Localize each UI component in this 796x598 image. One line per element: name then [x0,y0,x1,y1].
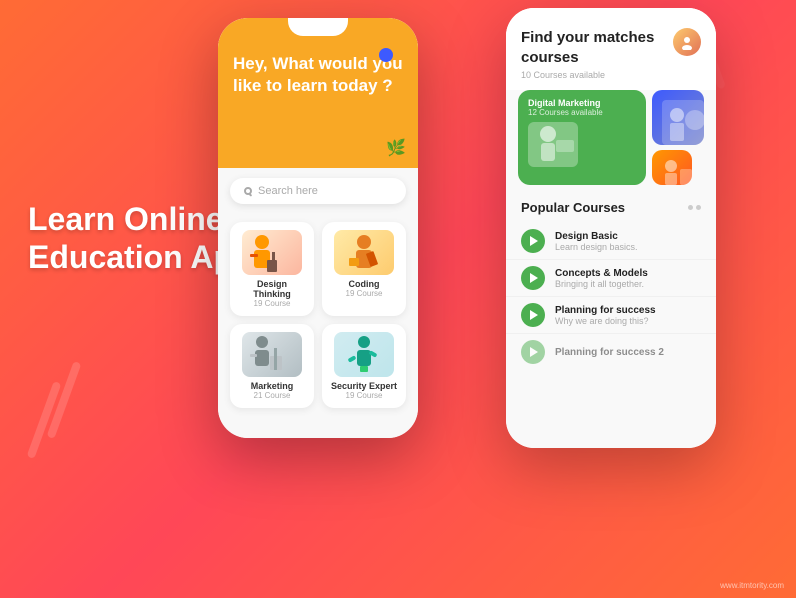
course-item-2[interactable]: Planning for success Why we are doing th… [506,297,716,334]
category-coding-name: Coding [330,279,398,289]
play-button-3[interactable] [521,340,545,364]
play-icon-0 [530,236,538,246]
category-marketing[interactable]: Marketing 21 Course [230,324,314,408]
category-security[interactable]: Security Expert 19 Course [322,324,406,408]
phone-right-inner: Find your matches courses 10 Courses ava… [506,8,716,448]
course-banners: Digital Marketing 12 Courses available [506,90,716,195]
category-marketing-count: 21 Course [238,391,306,400]
course-title-3: Planning for success 2 [555,347,701,358]
category-security-count: 19 Course [330,391,398,400]
category-coding-count: 19 Course [330,289,398,298]
category-grid: Design Thinking 19 Course Coding 19 Cour… [218,214,418,416]
phone-right-subtitle: 10 Courses available [521,70,673,80]
avatar[interactable] [673,28,701,56]
category-design-illust [242,230,302,275]
category-security-illust [334,332,394,377]
watermark: www.itmtority.com [720,581,784,590]
popular-courses-title: Popular Courses [521,200,625,215]
phone-left-header: Hey, What would you like to learn today … [218,18,418,168]
search-placeholder: Search here [258,185,318,197]
course-item-3[interactable]: Planning for success 2 [506,334,716,370]
category-design-name: Design Thinking [238,279,306,299]
phone-right-title-area: Find your matches courses 10 Courses ava… [521,28,673,80]
category-coding[interactable]: Coding 19 Course [322,222,406,316]
phone-left: Hey, What would you like to learn today … [218,18,418,438]
dot2 [696,205,701,210]
banner-side1[interactable] [652,90,704,145]
course-item-1[interactable]: Concepts & Models Bringing it all togeth… [506,260,716,297]
category-design-count: 19 Course [238,299,306,308]
plant-decoration: 🌿 [386,138,406,158]
play-icon-3 [530,347,538,357]
course-sub-0: Learn design basics. [555,242,701,252]
search-bar[interactable]: Search here [230,178,406,204]
category-marketing-name: Marketing [238,381,306,391]
course-title-1: Concepts & Models [555,268,701,279]
banner-digital-marketing[interactable]: Digital Marketing 12 Courses available [518,90,646,185]
course-info-1: Concepts & Models Bringing it all togeth… [555,268,701,289]
phone-right-header: Find your matches courses 10 Courses ava… [506,8,716,90]
course-info-3: Planning for success 2 [555,347,701,358]
phone-left-header-text: Hey, What would you like to learn today … [233,53,403,97]
course-sub-1: Bringing it all together. [555,279,701,289]
banner-main-count: 12 Courses available [528,108,636,117]
dot1 [688,205,693,210]
course-item-0[interactable]: Design Basic Learn design basics. [506,223,716,260]
course-info-2: Planning for success Why we are doing th… [555,305,701,326]
course-title-2: Planning for success [555,305,701,316]
banner-main-label: Digital Marketing [528,98,636,108]
phone-notch-left [288,18,348,36]
popular-courses-header: Popular Courses [506,195,716,223]
play-button-1[interactable] [521,266,545,290]
play-icon-1 [530,273,538,283]
course-title-0: Design Basic [555,231,701,242]
course-sub-2: Why we are doing this? [555,316,701,326]
category-security-name: Security Expert [330,381,398,391]
banner-main-illust [528,122,578,167]
play-button-0[interactable] [521,229,545,253]
category-design[interactable]: Design Thinking 19 Course [230,222,314,316]
decorative-dot-blue [379,48,393,62]
category-marketing-illust [242,332,302,377]
category-coding-illust [334,230,394,275]
play-button-2[interactable] [521,303,545,327]
banner-side2[interactable] [652,150,692,185]
popular-dots [688,205,701,210]
phone-left-inner: Hey, What would you like to learn today … [218,18,418,438]
phone-right: Find your matches courses 10 Courses ava… [506,8,716,448]
course-info-0: Design Basic Learn design basics. [555,231,701,252]
phone-right-title: Find your matches courses [521,28,673,67]
play-icon-2 [530,310,538,320]
search-icon [244,187,252,195]
